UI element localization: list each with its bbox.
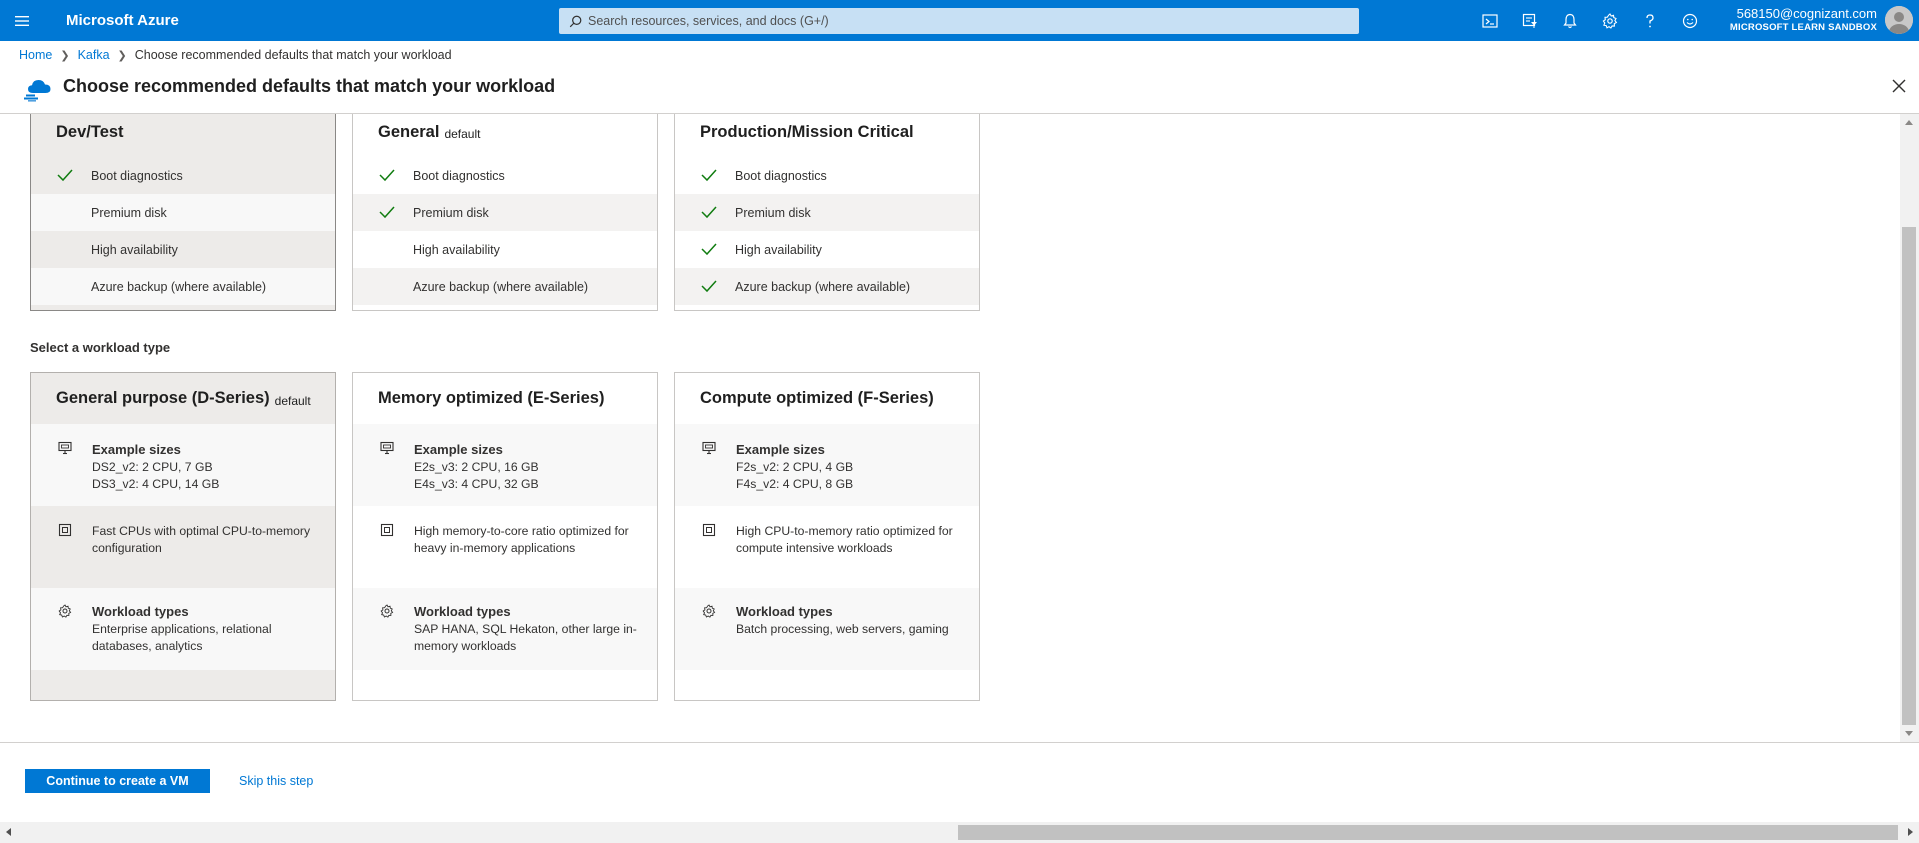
cpu-chip-icon [702,523,716,537]
header-icon-group [1470,0,1710,41]
workload-types-row: Workload types Batch processing, web serv… [675,588,979,670]
environment-card-dev-test[interactable]: Dev/Test Boot diagnostics Premium disk H… [30,114,336,311]
workload-card-general-purpose[interactable]: General purpose (D-Series) default Exampl… [30,372,336,701]
directory-filter-button[interactable] [1510,0,1550,41]
horizontal-scrollbar-thumb[interactable] [958,825,1898,840]
feature-row: Azure backup (where available) [675,268,979,305]
breadcrumb: Home ❯ Kafka ❯ Choose recommended defaul… [19,48,452,62]
brand-title[interactable]: Microsoft Azure [66,12,179,29]
avatar[interactable] [1885,6,1913,34]
example-sizes-row: Example sizes E2s_v3: 2 CPU, 16 GB E4s_v3:… [353,424,657,506]
search-icon [569,15,582,27]
notifications-icon [1563,13,1577,28]
virtual-machine-cloud-icon [24,80,51,102]
checkmark-icon [701,280,717,293]
scroll-down-arrow-icon[interactable] [1905,731,1913,736]
footer-action-bar: Continue to create a VM Skip this step [0,742,1919,822]
top-navigation-bar: Microsoft Azure Search resources, servic… [0,0,1919,41]
directory-filter-icon [1522,13,1537,28]
card-title: General default [378,122,481,142]
breadcrumb-kafka-link[interactable]: Kafka [78,48,110,62]
skip-this-step-link[interactable]: Skip this step [239,774,313,788]
vertical-scrollbar[interactable] [1900,114,1919,742]
portal-menu-button[interactable] [0,0,44,41]
environment-card-production[interactable]: Production/Mission Critical Boot diagnos… [674,114,980,311]
gear-icon [58,604,72,618]
card-title: Compute optimized (F-Series) [700,389,934,407]
checkmark-icon [379,206,395,219]
account-tenant: MICROSOFT LEARN SANDBOX [1729,21,1877,33]
monitor-icon [58,441,72,455]
cloud-shell-icon [1482,13,1498,28]
continue-to-create-vm-button[interactable]: Continue to create a VM [25,769,210,793]
settings-icon [1602,12,1618,29]
user-avatar-icon [1885,6,1913,34]
workload-types-row: Workload types Enterprise applications, r… [31,588,335,670]
scroll-up-arrow-icon[interactable] [1905,120,1913,125]
vertical-scrollbar-thumb[interactable] [1902,227,1916,725]
description-row: High memory-to-core ratio optimized for … [353,506,657,588]
workload-types-row: Workload types SAP HANA, SQL Hekaton, oth… [353,588,657,670]
feature-row: High availability [675,231,979,268]
breadcrumb-current: Choose recommended defaults that match y… [134,48,452,62]
feature-row: Premium disk [31,194,335,231]
description-row: High CPU-to-memory ratio optimized for c… [675,506,979,588]
feature-row: Boot diagnostics [31,157,335,194]
checkmark-icon [701,169,717,182]
workload-card-memory-optimized[interactable]: Memory optimized (E-Series) Example size… [352,372,658,701]
checkmark-icon [701,243,717,256]
gear-icon [380,604,394,618]
checkmark-icon [701,206,717,219]
notifications-button[interactable] [1550,0,1590,41]
scroll-right-arrow-icon[interactable] [1908,828,1913,836]
account-menu[interactable]: 568150@cognizant.com MICROSOFT LEARN SAN… [1730,6,1877,33]
monitor-icon [380,441,394,455]
cpu-chip-icon [380,523,394,537]
cpu-chip-icon [58,523,72,537]
feature-row: Azure backup (where available) [31,268,335,305]
card-title: Dev/Test [56,122,124,141]
feedback-icon [1682,13,1698,28]
hamburger-menu-icon [15,15,29,26]
feature-row: Azure backup (where available) [353,268,657,305]
checkmark-icon [379,169,395,182]
settings-button[interactable] [1590,0,1630,41]
chevron-right-icon: ❯ [117,49,127,62]
breadcrumb-home-link[interactable]: Home [19,48,52,62]
checkmark-icon [57,169,73,182]
global-search-box[interactable] [559,8,1359,34]
page-header: Choose recommended defaults that match y… [0,68,1919,114]
feedback-button[interactable] [1670,0,1710,41]
help-button[interactable] [1630,0,1670,41]
horizontal-scrollbar[interactable] [0,822,1919,843]
card-title: General purpose (D-Series) default [56,389,311,408]
workload-section-label: Select a workload type [30,340,171,355]
feature-row: Premium disk [675,194,979,231]
feature-row: Boot diagnostics [675,157,979,194]
workload-card-compute-optimized[interactable]: Compute optimized (F-Series) Example siz… [674,372,980,701]
card-title: Memory optimized (E-Series) [378,389,605,407]
account-email: 568150@cognizant.com [1736,6,1877,21]
feature-row: High availability [31,231,335,268]
example-sizes-row: Example sizes F2s_v2: 2 CPU, 4 GB F4s_v2: … [675,424,979,506]
feature-row: Boot diagnostics [353,157,657,194]
example-sizes-row: Example sizes DS2_v2: 2 CPU, 7 GB DS3_v2: … [31,424,335,506]
gear-icon [702,604,716,618]
help-icon [1646,13,1654,27]
description-row: Fast CPUs with optimal CPU-to-memory con… [31,506,335,588]
cloud-shell-button[interactable] [1470,0,1510,41]
environment-card-general[interactable]: General default Boot diagnostics Premium … [352,114,658,311]
monitor-icon [702,441,716,455]
page-title: Choose recommended defaults that match y… [63,76,556,96]
feature-row: Premium disk [353,194,657,231]
search-input[interactable] [588,14,1348,28]
scroll-left-arrow-icon[interactable] [6,828,11,836]
chevron-right-icon: ❯ [60,49,70,62]
close-icon [1892,79,1906,93]
close-button[interactable] [1887,74,1911,98]
scrollable-content: Dev/Test Boot diagnostics Premium disk H… [0,114,1900,742]
feature-row: High availability [353,231,657,268]
card-title: Production/Mission Critical [700,122,914,141]
